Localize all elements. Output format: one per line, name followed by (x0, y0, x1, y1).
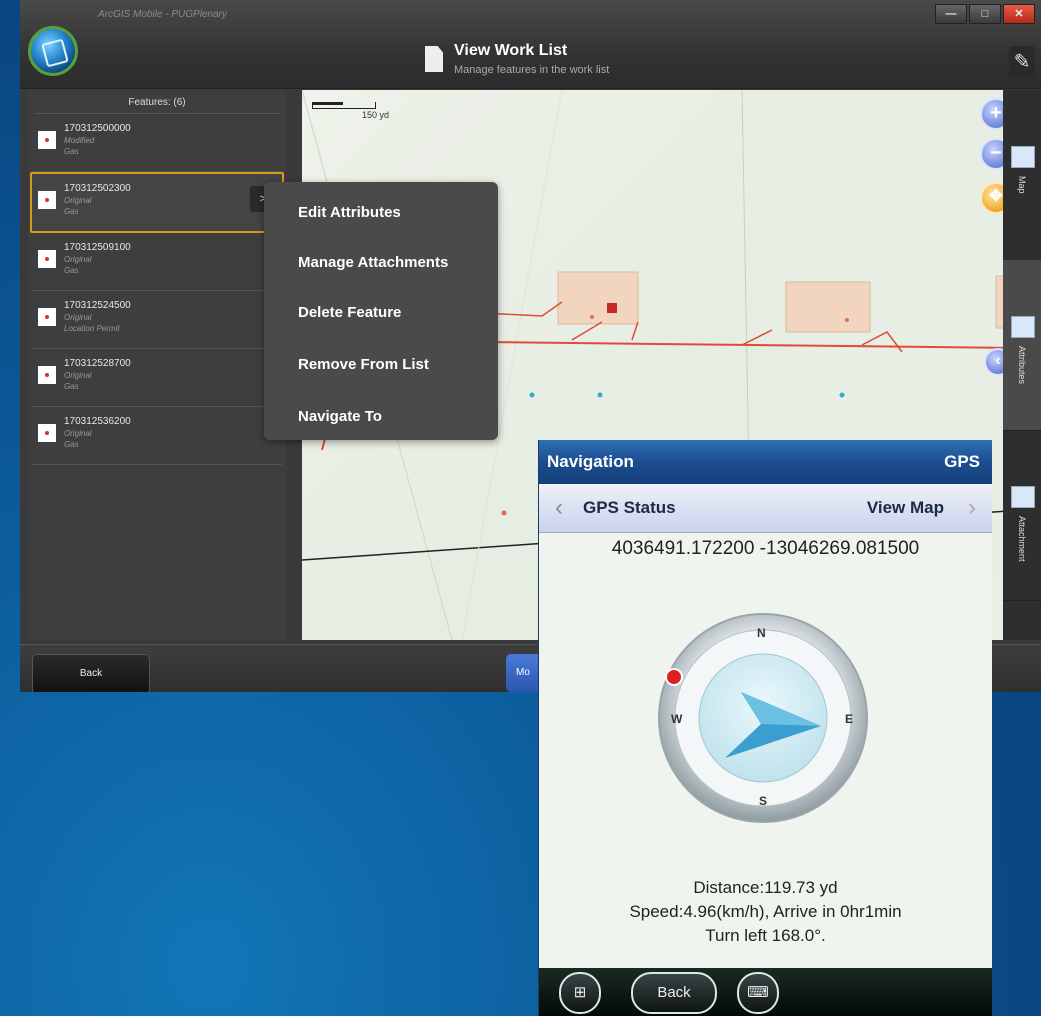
tab-view-map[interactable]: View Map (867, 498, 944, 518)
attachment-icon (1011, 486, 1035, 508)
chevron-right-icon[interactable]: › (968, 494, 976, 522)
nav-header: Navigation GPS (539, 440, 992, 484)
feature-id: 170312500000 (64, 123, 131, 134)
back-button[interactable]: Back (32, 654, 150, 692)
feature-status: Original (64, 371, 92, 380)
feature-id: 170312509100 (64, 242, 131, 253)
mobile-navigation-screen: Navigation GPS ‹ GPS Status View Map › 4… (538, 440, 992, 1016)
feature-marker-icon (38, 131, 56, 149)
compass-north-label: N (757, 626, 766, 640)
feature-id: 170312524500 (64, 300, 131, 311)
compass-south-label: S (759, 794, 768, 808)
feature-status: Original (64, 255, 92, 264)
menu-item-edit-attributes[interactable]: Edit Attributes (298, 204, 401, 221)
nav-title: Navigation (547, 452, 634, 471)
feature-type: Location Permit (64, 324, 120, 333)
windows-start-icon[interactable]: ⊞ (559, 972, 601, 1014)
menu-item-remove-from-list[interactable]: Remove From List (298, 356, 429, 373)
feature-type: Gas (64, 207, 79, 216)
compass-east-label: E (845, 712, 854, 726)
app-logo-icon[interactable] (28, 26, 78, 76)
keyboard-icon[interactable]: ⌨ (737, 972, 779, 1014)
tools-icon[interactable]: ✎ (1009, 46, 1035, 78)
turn-text: Turn left 168.0°. (705, 926, 826, 945)
feature-type: Gas (64, 147, 79, 156)
gps-label: GPS (944, 452, 980, 471)
menu-item-manage-attachments[interactable]: Manage Attachments (298, 254, 448, 271)
feature-item[interactable]: 170312528700 Original Gas (32, 349, 282, 407)
compass-west-label: W (671, 712, 683, 726)
scale-bar (312, 102, 376, 109)
feature-marker-icon (38, 191, 56, 209)
mobile-back-button[interactable]: Back (631, 972, 717, 1014)
page-title: View Work List (454, 42, 568, 59)
close-button[interactable]: ✕ (1003, 4, 1035, 24)
maximize-button[interactable]: □ (969, 4, 1001, 24)
app-name: ArcGIS Mobile - PUGPlenary (98, 9, 227, 20)
mobile-bottom-bar: ⊞ Back ⌨ (539, 968, 992, 1016)
menu-item-navigate-to[interactable]: Navigate To (298, 408, 382, 425)
menu-item-delete-feature[interactable]: Delete Feature (298, 304, 401, 321)
feature-type: Gas (64, 440, 79, 449)
distance-text: Distance:119.73 yd (693, 878, 838, 897)
feature-item[interactable]: 170312536200 Original Gas (32, 407, 282, 465)
feature-type: Gas (64, 266, 79, 275)
tab-attributes[interactable]: Attributes (1003, 260, 1041, 431)
tab-label: Map (1017, 176, 1027, 194)
window-controls: — □ ✕ (935, 4, 1035, 24)
features-header: Features: (6) (34, 90, 280, 114)
feature-marker-icon (38, 308, 56, 326)
page-subtitle: Manage features in the work list (454, 64, 610, 76)
destination-marker-icon (665, 668, 683, 686)
side-tabs: Map Attributes Attachment (1003, 90, 1041, 640)
title-bar: ArcGIS Mobile - PUGPlenary — □ ✕ View Wo… (20, 0, 1041, 89)
feature-id: 170312536200 (64, 416, 131, 427)
tab-attachment[interactable]: Attachment (1003, 430, 1041, 601)
feature-item[interactable]: 170312509100 Original Gas (32, 233, 282, 291)
context-menu: Edit Attributes Manage Attachments Delet… (264, 182, 498, 440)
minimize-button[interactable]: — (935, 4, 967, 24)
feature-status: Modified (64, 136, 95, 145)
feature-type: Gas (64, 382, 79, 391)
tab-gps-status[interactable]: GPS Status (583, 498, 676, 518)
feature-marker-icon (38, 250, 56, 268)
document-icon (425, 46, 443, 72)
tab-label: Attachment (1017, 516, 1027, 562)
feature-marker-icon (38, 424, 56, 442)
feature-id: 170312528700 (64, 358, 131, 369)
speed-text: Speed:4.96(km/h), Arrive in 0hr1min (629, 902, 902, 921)
tab-label: Attributes (1017, 346, 1027, 385)
tab-map[interactable]: Map (1003, 90, 1041, 261)
nav-tab-bar: ‹ GPS Status View Map › (539, 484, 992, 533)
feature-id: 170312502300 (64, 183, 131, 194)
compass: N S W E (653, 608, 873, 833)
feature-item[interactable]: 170312524500 Original Location Permit (32, 291, 282, 349)
scale-label: 150 yd (362, 110, 390, 120)
features-panel: Features: (6) 170312500000 Modified Gas … (28, 90, 286, 640)
map-icon (1011, 146, 1035, 168)
feature-item-selected[interactable]: 170312502300 Original Gas > (30, 172, 284, 233)
attributes-icon (1011, 316, 1035, 338)
feature-item[interactable]: 170312500000 Modified Gas (32, 114, 282, 172)
feature-status: Original (64, 313, 92, 322)
gps-coordinates: 4036491.172200 -13046269.081500 (611, 538, 920, 559)
chevron-left-icon[interactable]: ‹ (555, 494, 563, 522)
feature-status: Original (64, 429, 92, 438)
feature-status: Original (64, 196, 92, 205)
feature-marker-icon (38, 366, 56, 384)
